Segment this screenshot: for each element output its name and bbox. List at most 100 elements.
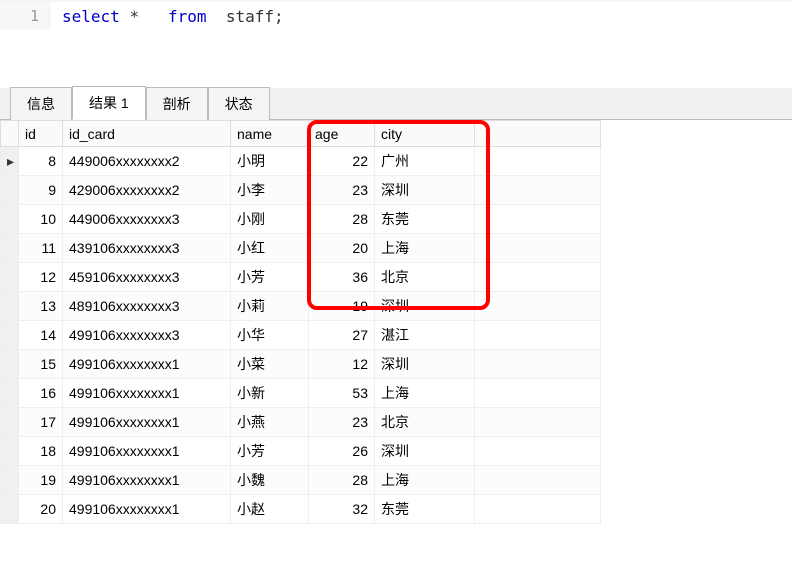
cell-id[interactable]: 15 — [19, 350, 63, 379]
result-grid[interactable]: id id_card name age city ▸8449006xxxxxxx… — [0, 120, 601, 524]
cell-name[interactable]: 小刚 — [231, 205, 309, 234]
table-row[interactable]: ▸8449006xxxxxxxx2小明22广州 — [1, 147, 601, 176]
cell-id[interactable]: 14 — [19, 321, 63, 350]
cell-city[interactable]: 深圳 — [375, 437, 475, 466]
cell-id-card[interactable]: 499106xxxxxxxx1 — [63, 495, 231, 524]
cell-name[interactable]: 小莉 — [231, 292, 309, 321]
cell-id-card[interactable]: 429006xxxxxxxx2 — [63, 176, 231, 205]
row-indicator[interactable] — [1, 205, 19, 234]
table-row[interactable]: 13489106xxxxxxxx3小莉19深圳 — [1, 292, 601, 321]
cell-name[interactable]: 小李 — [231, 176, 309, 205]
cell-id[interactable]: 12 — [19, 263, 63, 292]
cell-age[interactable]: 22 — [309, 147, 375, 176]
cell-id[interactable]: 19 — [19, 466, 63, 495]
cell-city[interactable]: 北京 — [375, 408, 475, 437]
header-age[interactable]: age — [309, 121, 375, 147]
row-indicator[interactable] — [1, 263, 19, 292]
cell-age[interactable]: 28 — [309, 466, 375, 495]
cell-id[interactable]: 16 — [19, 379, 63, 408]
cell-name[interactable]: 小燕 — [231, 408, 309, 437]
cell-id[interactable]: 9 — [19, 176, 63, 205]
table-row[interactable]: 14499106xxxxxxxx3小华27湛江 — [1, 321, 601, 350]
cell-name[interactable]: 小新 — [231, 379, 309, 408]
cell-name[interactable]: 小魏 — [231, 466, 309, 495]
cell-id-card[interactable]: 499106xxxxxxxx3 — [63, 321, 231, 350]
tab-status[interactable]: 状态 — [208, 87, 270, 120]
cell-id[interactable]: 10 — [19, 205, 63, 234]
cell-id-card[interactable]: 499106xxxxxxxx1 — [63, 350, 231, 379]
table-row[interactable]: 9429006xxxxxxxx2小李23深圳 — [1, 176, 601, 205]
table-row[interactable]: 12459106xxxxxxxx3小芳36北京 — [1, 263, 601, 292]
cell-city[interactable]: 湛江 — [375, 321, 475, 350]
cell-id[interactable]: 18 — [19, 437, 63, 466]
header-id-card[interactable]: id_card — [63, 121, 231, 147]
sql-code[interactable]: select * from staff; — [50, 7, 284, 26]
cell-city[interactable]: 深圳 — [375, 350, 475, 379]
cell-age[interactable]: 20 — [309, 234, 375, 263]
cell-city[interactable]: 东莞 — [375, 205, 475, 234]
table-row[interactable]: 16499106xxxxxxxx1小新53上海 — [1, 379, 601, 408]
header-id[interactable]: id — [19, 121, 63, 147]
cell-id-card[interactable]: 449006xxxxxxxx2 — [63, 147, 231, 176]
cell-age[interactable]: 19 — [309, 292, 375, 321]
cell-id-card[interactable]: 499106xxxxxxxx1 — [63, 437, 231, 466]
cell-name[interactable]: 小菜 — [231, 350, 309, 379]
cell-id-card[interactable]: 499106xxxxxxxx1 — [63, 466, 231, 495]
cell-name[interactable]: 小华 — [231, 321, 309, 350]
row-indicator[interactable] — [1, 234, 19, 263]
table-row[interactable]: 11439106xxxxxxxx3小红20上海 — [1, 234, 601, 263]
cell-name[interactable]: 小红 — [231, 234, 309, 263]
header-indicator[interactable] — [1, 121, 19, 147]
row-indicator[interactable] — [1, 495, 19, 524]
cell-city[interactable]: 上海 — [375, 466, 475, 495]
cell-city[interactable]: 上海 — [375, 234, 475, 263]
cell-id[interactable]: 20 — [19, 495, 63, 524]
cell-age[interactable]: 23 — [309, 408, 375, 437]
cell-city[interactable]: 深圳 — [375, 292, 475, 321]
row-indicator[interactable] — [1, 350, 19, 379]
cell-age[interactable]: 28 — [309, 205, 375, 234]
table-row[interactable]: 18499106xxxxxxxx1小芳26深圳 — [1, 437, 601, 466]
cell-age[interactable]: 36 — [309, 263, 375, 292]
cell-id-card[interactable]: 459106xxxxxxxx3 — [63, 263, 231, 292]
cell-age[interactable]: 23 — [309, 176, 375, 205]
cell-age[interactable]: 32 — [309, 495, 375, 524]
cell-id-card[interactable]: 499106xxxxxxxx1 — [63, 379, 231, 408]
row-indicator[interactable] — [1, 466, 19, 495]
table-row[interactable]: 15499106xxxxxxxx1小菜12深圳 — [1, 350, 601, 379]
row-indicator[interactable] — [1, 408, 19, 437]
tab-result-1[interactable]: 结果 1 — [72, 86, 146, 120]
cell-id[interactable]: 11 — [19, 234, 63, 263]
row-indicator[interactable] — [1, 321, 19, 350]
cell-age[interactable]: 26 — [309, 437, 375, 466]
cell-age[interactable]: 12 — [309, 350, 375, 379]
cell-city[interactable]: 深圳 — [375, 176, 475, 205]
cell-id[interactable]: 17 — [19, 408, 63, 437]
cell-age[interactable]: 53 — [309, 379, 375, 408]
cell-name[interactable]: 小芳 — [231, 263, 309, 292]
cell-name[interactable]: 小明 — [231, 147, 309, 176]
cell-id-card[interactable]: 499106xxxxxxxx1 — [63, 408, 231, 437]
cell-city[interactable]: 北京 — [375, 263, 475, 292]
header-name[interactable]: name — [231, 121, 309, 147]
cell-age[interactable]: 27 — [309, 321, 375, 350]
cell-name[interactable]: 小赵 — [231, 495, 309, 524]
cell-city[interactable]: 东莞 — [375, 495, 475, 524]
sql-editor[interactable]: 1 select * from staff; — [0, 0, 792, 88]
cell-id-card[interactable]: 489106xxxxxxxx3 — [63, 292, 231, 321]
cell-city[interactable]: 上海 — [375, 379, 475, 408]
row-indicator[interactable]: ▸ — [1, 147, 19, 176]
table-row[interactable]: 19499106xxxxxxxx1小魏28上海 — [1, 466, 601, 495]
row-indicator[interactable] — [1, 292, 19, 321]
tab-profile[interactable]: 剖析 — [146, 87, 208, 120]
cell-id[interactable]: 8 — [19, 147, 63, 176]
table-row[interactable]: 20499106xxxxxxxx1小赵32东莞 — [1, 495, 601, 524]
row-indicator[interactable] — [1, 437, 19, 466]
table-row[interactable]: 10449006xxxxxxxx3小刚28东莞 — [1, 205, 601, 234]
table-row[interactable]: 17499106xxxxxxxx1小燕23北京 — [1, 408, 601, 437]
cell-id[interactable]: 13 — [19, 292, 63, 321]
row-indicator[interactable] — [1, 176, 19, 205]
header-city[interactable]: city — [375, 121, 475, 147]
cell-id-card[interactable]: 449006xxxxxxxx3 — [63, 205, 231, 234]
tab-info[interactable]: 信息 — [10, 87, 72, 120]
